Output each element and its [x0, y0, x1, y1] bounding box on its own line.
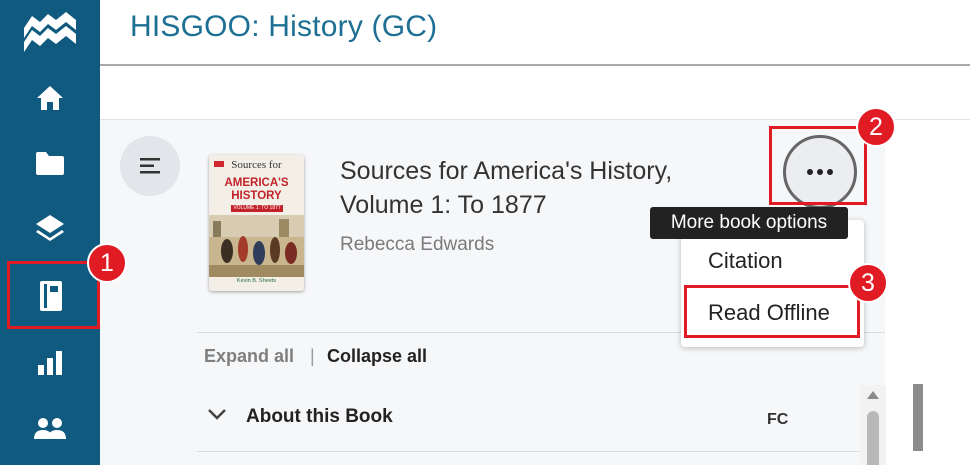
cover-subtitle: VOLUME 1: TO 1877 [231, 205, 283, 212]
bar-chart-icon [38, 351, 62, 375]
annotation-badge-2: 2 [856, 107, 896, 147]
cover-author: Kevin B. Sheets [236, 278, 277, 284]
header: HISGOO: History (GC) [100, 0, 970, 66]
cover-painting [209, 215, 304, 277]
highlight-box-read-offline [684, 285, 860, 338]
menu-icon [140, 158, 160, 174]
section-code: FC [767, 411, 789, 428]
expand-all-link[interactable]: Expand all [204, 346, 294, 367]
sidebar-item-reports[interactable] [0, 333, 100, 393]
app-window: { "header": { "course_title": "HISGOO: H… [0, 0, 970, 465]
sidebar-item-folders[interactable] [0, 133, 100, 193]
chevron-down-icon [208, 409, 226, 420]
cover-title-line3: HISTORY [231, 190, 282, 202]
table-of-contents-button[interactable] [120, 136, 180, 196]
macmillan-logo-icon[interactable] [22, 8, 78, 58]
scrollbar[interactable] [860, 385, 886, 465]
book-author: Rebecca Edwards [340, 234, 495, 255]
menu-item-label: Citation [708, 248, 783, 273]
scrollbar-thumb[interactable] [867, 411, 879, 465]
link-separator: | [310, 346, 315, 366]
cover-title-line1: Sources for [231, 159, 282, 171]
section-row-about-this-book[interactable]: About this Book FC [197, 384, 923, 452]
scroll-up-icon[interactable] [867, 391, 879, 399]
home-icon [37, 86, 63, 110]
folder-icon [36, 152, 64, 175]
book-cover[interactable]: Sources for AMERICA'S HISTORY VOLUME 1: … [209, 155, 304, 291]
cover-title-line2: AMERICA'S [224, 177, 289, 189]
tooltip: More book options [650, 207, 848, 239]
sidebar-item-people[interactable] [0, 398, 100, 458]
sidebar-item-home[interactable] [0, 68, 100, 128]
annotation-badge-3: 3 [848, 263, 888, 303]
annotation-badge-1: 1 [87, 243, 127, 283]
layers-icon [36, 215, 64, 241]
course-title: HISGOO: History (GC) [130, 10, 438, 43]
sidebar-item-learning[interactable] [0, 198, 100, 258]
highlight-box-more-options [769, 126, 867, 205]
section-progress-bar [913, 384, 923, 451]
people-icon [34, 418, 66, 439]
highlight-box-books [7, 261, 100, 329]
header-toolbar [100, 66, 970, 120]
sidebar [0, 0, 100, 465]
collapse-all-link[interactable]: Collapse all [327, 346, 427, 367]
section-label: About this Book [246, 406, 393, 427]
divider [197, 451, 885, 452]
